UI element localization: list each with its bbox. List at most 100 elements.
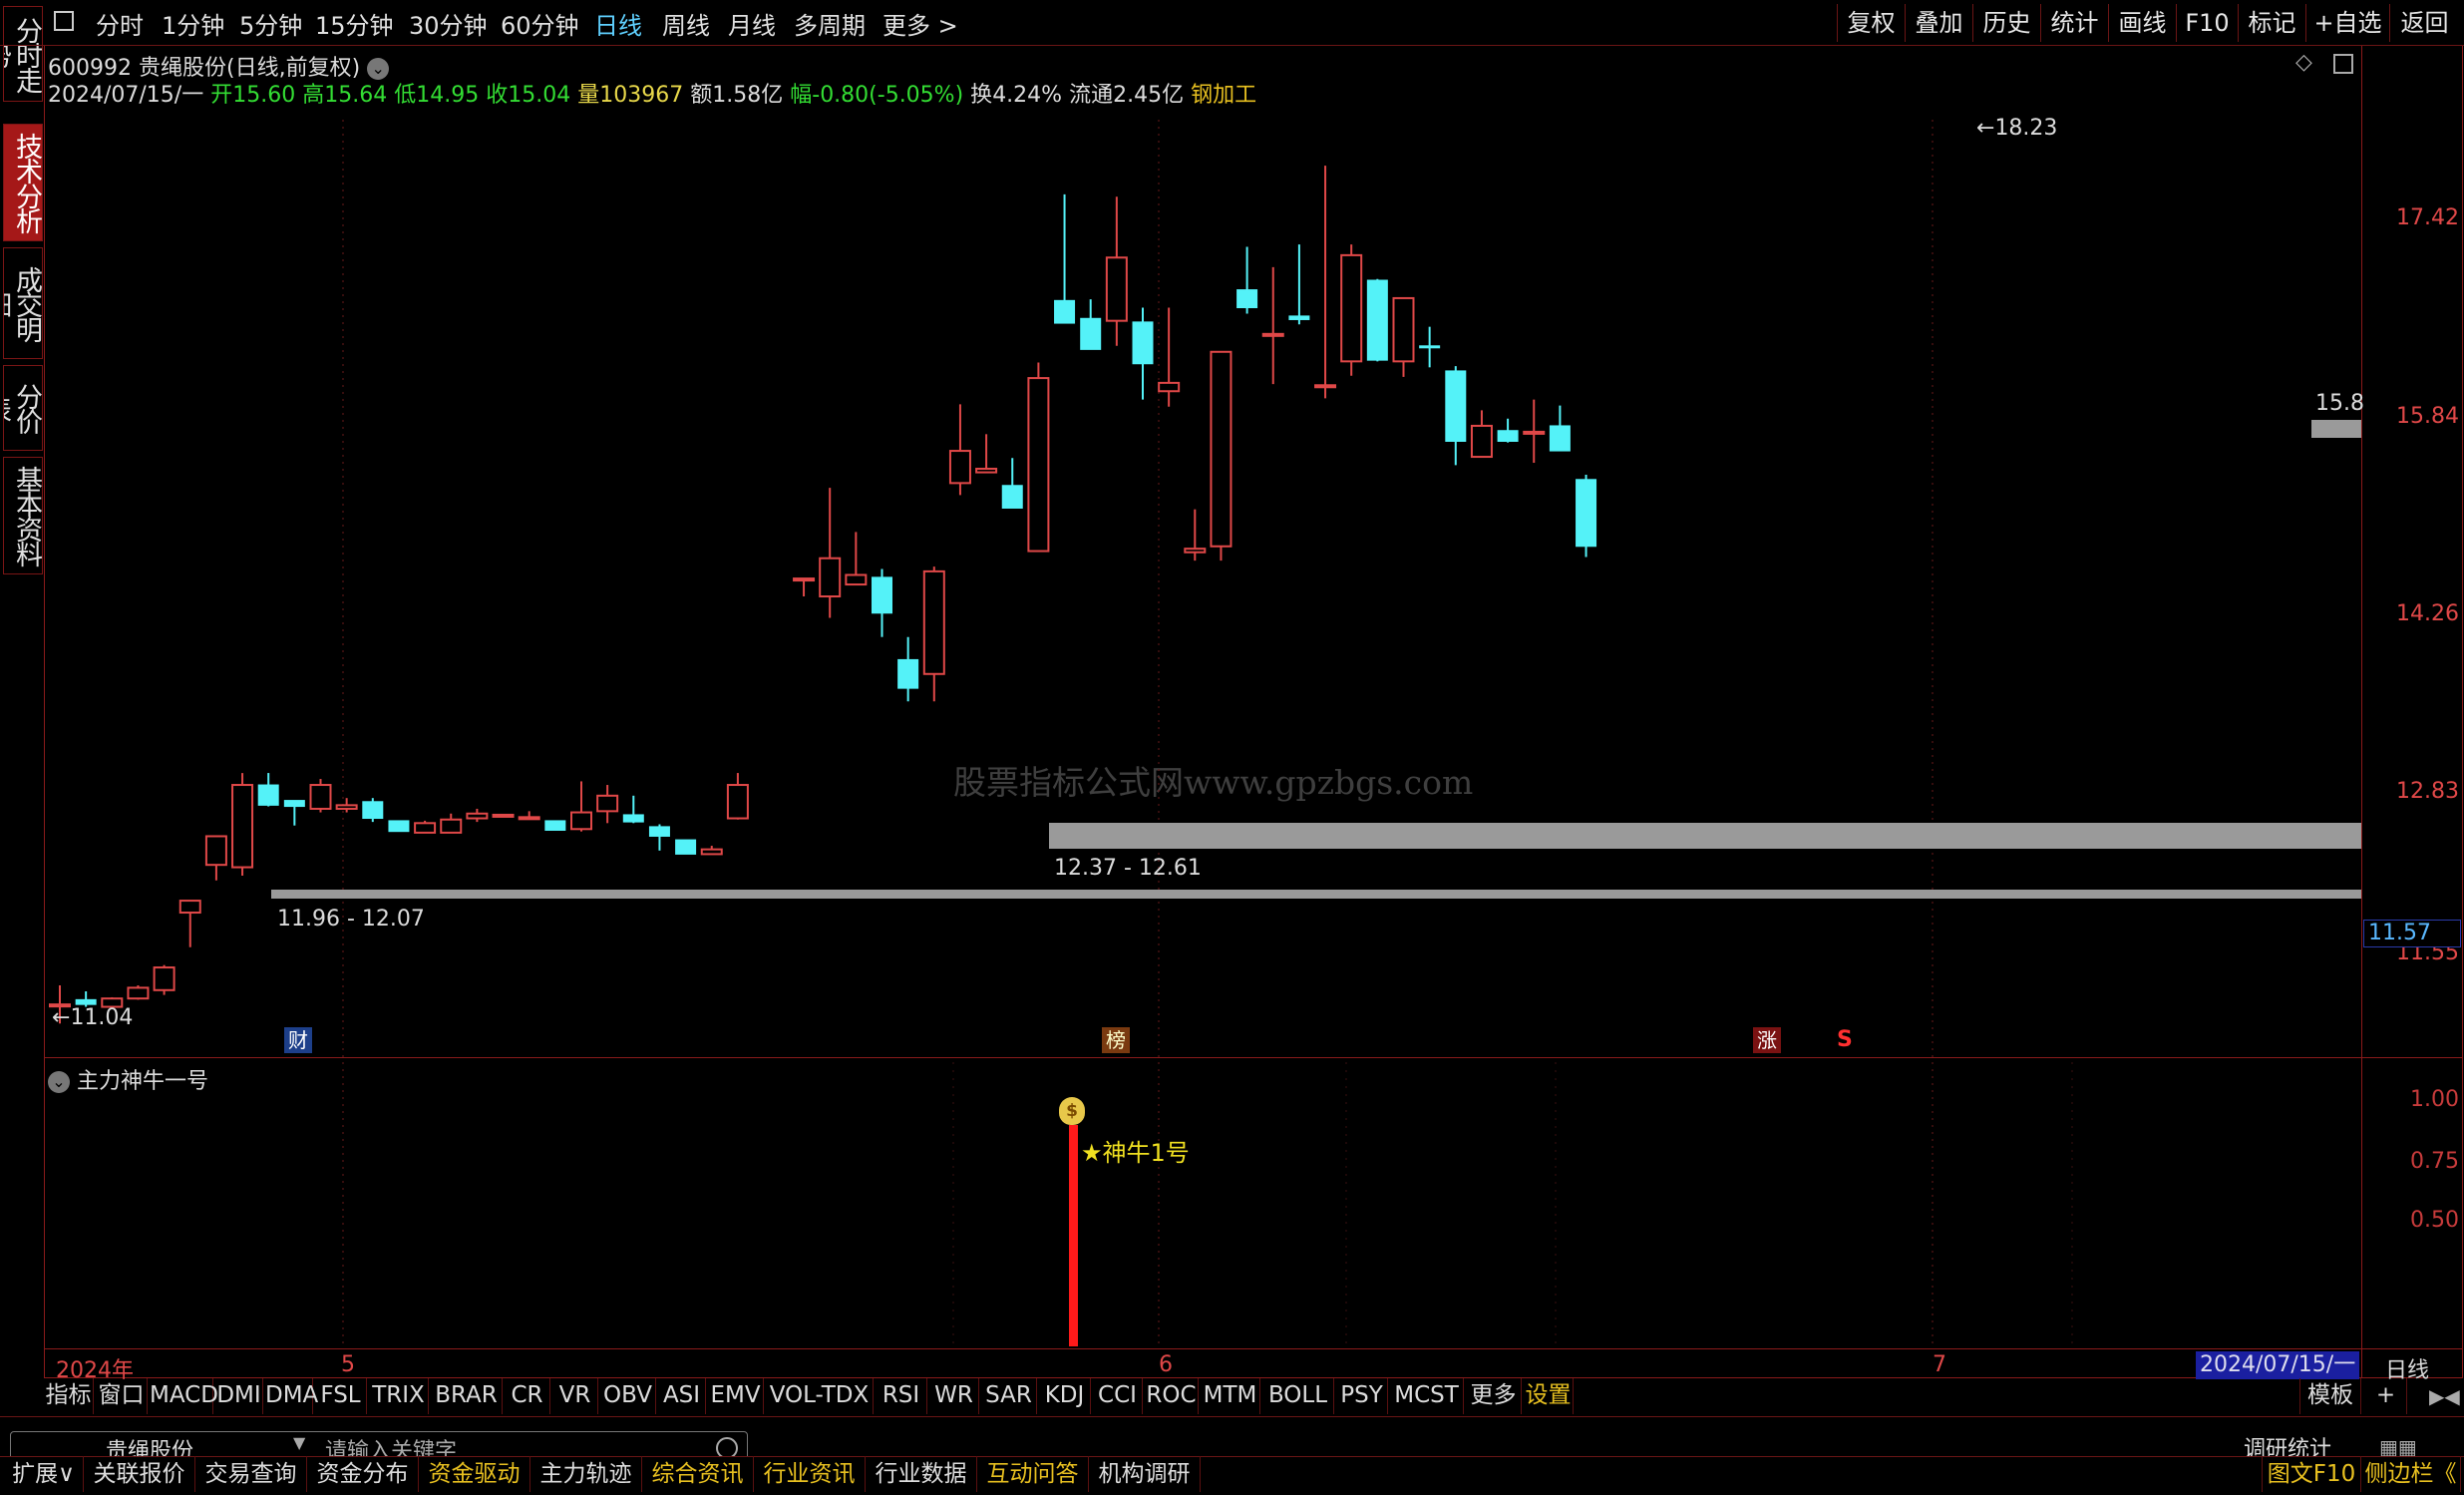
candle-body: [1470, 424, 1493, 459]
candle-body: [648, 826, 670, 837]
bottom-tab-main-track[interactable]: 主力轨迹: [530, 1456, 642, 1492]
indicator-tab[interactable]: EMV: [708, 1378, 764, 1414]
indicator-tab[interactable]: BOLL: [1262, 1378, 1334, 1414]
candle-body: [1314, 384, 1337, 389]
bottom-tab-related-quote[interactable]: 关联报价: [84, 1456, 195, 1492]
candle-body: [1158, 381, 1181, 393]
grid-view-icon[interactable]: ▦▦: [2379, 1435, 2417, 1456]
candle-body: [440, 818, 463, 834]
indicator-tab[interactable]: DMA: [265, 1378, 318, 1414]
indicator-tab[interactable]: RSI: [876, 1378, 927, 1414]
bottom-tab-trade-query[interactable]: 交易查询: [195, 1456, 307, 1492]
date-axis-month: 7: [1933, 1352, 1946, 1377]
candle-body: [622, 814, 644, 823]
candle-body: [1184, 548, 1207, 554]
candle-body: [414, 822, 437, 834]
indicator-tab[interactable]: CR: [505, 1378, 550, 1414]
indicator-tab[interactable]: 窗口: [96, 1378, 148, 1414]
signal-label: ★神牛1号: [1081, 1139, 1190, 1167]
candle-body: [1027, 377, 1050, 553]
indicator-tab[interactable]: BRAR: [431, 1378, 503, 1414]
candle-body: [570, 811, 592, 831]
indicator-tab[interactable]: KDJ: [1039, 1378, 1091, 1414]
dropdown-arrow-icon[interactable]: ▼: [293, 1433, 305, 1452]
bottom-tab-industry-news[interactable]: 行业资讯: [754, 1456, 866, 1492]
price-tag-box: [2311, 420, 2361, 438]
candle-body: [309, 784, 332, 810]
indicator-tab[interactable]: ROC: [1145, 1378, 1199, 1414]
candle-body: [335, 804, 358, 810]
financial-report-marker[interactable]: 财: [284, 1027, 312, 1053]
candle-body: [897, 658, 919, 689]
support-zone-bar: [1049, 823, 2361, 849]
s-marker[interactable]: S: [1837, 1027, 1853, 1052]
indicator-tab[interactable]: MACD: [150, 1378, 218, 1414]
bottom-tab-qa[interactable]: 互动问答: [977, 1456, 1089, 1492]
candle-body: [726, 784, 749, 820]
high-price-value: 18.23: [1994, 116, 2058, 141]
bottom-tab-fund-distribution[interactable]: 资金分布: [307, 1456, 419, 1492]
bottom-tab-industry-data[interactable]: 行业数据: [866, 1456, 977, 1492]
candle-body: [819, 557, 842, 598]
bottom-tab-expand[interactable]: 扩展∨: [4, 1456, 84, 1492]
zone1-label: 11.96 - 12.07: [277, 907, 425, 932]
f10-graphic-button[interactable]: 图文F10: [2262, 1456, 2361, 1492]
candle-body: [845, 573, 868, 586]
candle-body: [596, 794, 619, 813]
indicator-tab[interactable]: 指标: [44, 1378, 94, 1414]
candle-body: [1366, 279, 1388, 361]
candle-body: [75, 998, 97, 1005]
indicator-tab[interactable]: VR: [552, 1378, 598, 1414]
candle-body: [1080, 317, 1102, 350]
candle-body: [922, 569, 945, 675]
template-button[interactable]: 模板: [2299, 1378, 2361, 1414]
indicator-tab[interactable]: VOL-TDX: [766, 1378, 874, 1414]
indicator-title[interactable]: ⌄ 主力神牛一号: [48, 1063, 208, 1095]
bottom-tab-news[interactable]: 综合资讯: [642, 1456, 754, 1492]
chevron-down-icon[interactable]: ⌄: [48, 1071, 70, 1093]
indicator-tab[interactable]: ASI: [658, 1378, 706, 1414]
candle-body: [1445, 370, 1467, 442]
sidebar-toggle-button[interactable]: 侧边栏《: [2361, 1456, 2461, 1492]
date-axis-month: 6: [1159, 1352, 1173, 1377]
indicator-tab[interactable]: MTM: [1201, 1378, 1260, 1414]
indicator-name: 主力神牛一号: [77, 1069, 209, 1094]
indicator-tab[interactable]: 更多: [1466, 1378, 1522, 1414]
plus-button[interactable]: +: [2365, 1378, 2407, 1414]
indicator-tab[interactable]: SAR: [981, 1378, 1037, 1414]
indicator-tab[interactable]: WR: [929, 1378, 979, 1414]
high-price-annotation: ←18.23: [1976, 116, 2058, 141]
indicator-tab[interactable]: TRIX: [369, 1378, 429, 1414]
low-price-annotation: ←11.04: [52, 1005, 134, 1030]
limit-up-marker[interactable]: 涨: [1753, 1027, 1781, 1053]
candle-body: [872, 576, 892, 614]
search-input[interactable]: 请输入关键字: [325, 1433, 457, 1456]
indicator-tab[interactable]: PSY: [1336, 1378, 1388, 1414]
indicator-axis-label: 1.00: [2410, 1087, 2459, 1112]
indicator-tab[interactable]: DMI: [215, 1378, 263, 1414]
candle-body: [283, 800, 305, 808]
candle-body: [1132, 321, 1154, 365]
candle-body: [1261, 332, 1284, 337]
bottom-tab-research[interactable]: 机构调研: [1089, 1456, 1201, 1492]
candle-body: [257, 784, 279, 806]
candle-body: [1549, 425, 1571, 452]
indicator-tab[interactable]: MCST: [1390, 1378, 1464, 1414]
candle-body: [178, 900, 201, 915]
candle-body: [388, 820, 410, 833]
candle-body: [466, 812, 489, 820]
search-stock-name: 贵绳股份: [106, 1439, 194, 1456]
indicator-tab[interactable]: 设置: [1524, 1378, 1574, 1414]
candle-body: [1054, 299, 1076, 324]
scroll-right-icon[interactable]: ▶◀: [2429, 1384, 2460, 1408]
bottom-tab-fund-drive[interactable]: 资金驱动: [419, 1456, 530, 1492]
indicator-tab[interactable]: OBV: [600, 1378, 656, 1414]
research-stats-label[interactable]: 调研统计: [2244, 1431, 2331, 1456]
lower-panel-frame: 贵绳股份 ▼ 请输入关键字 调研统计 ▦▦: [0, 1416, 2464, 1456]
ranking-marker[interactable]: 榜: [1102, 1027, 1130, 1053]
stock-chart-window: { "stock": {"code": "600992", "name": "贵…: [0, 0, 2464, 1495]
indicator-tab[interactable]: FSL: [315, 1378, 367, 1414]
search-icon[interactable]: [716, 1437, 738, 1456]
indicator-tab[interactable]: CCI: [1093, 1378, 1143, 1414]
candle-body: [975, 468, 998, 474]
